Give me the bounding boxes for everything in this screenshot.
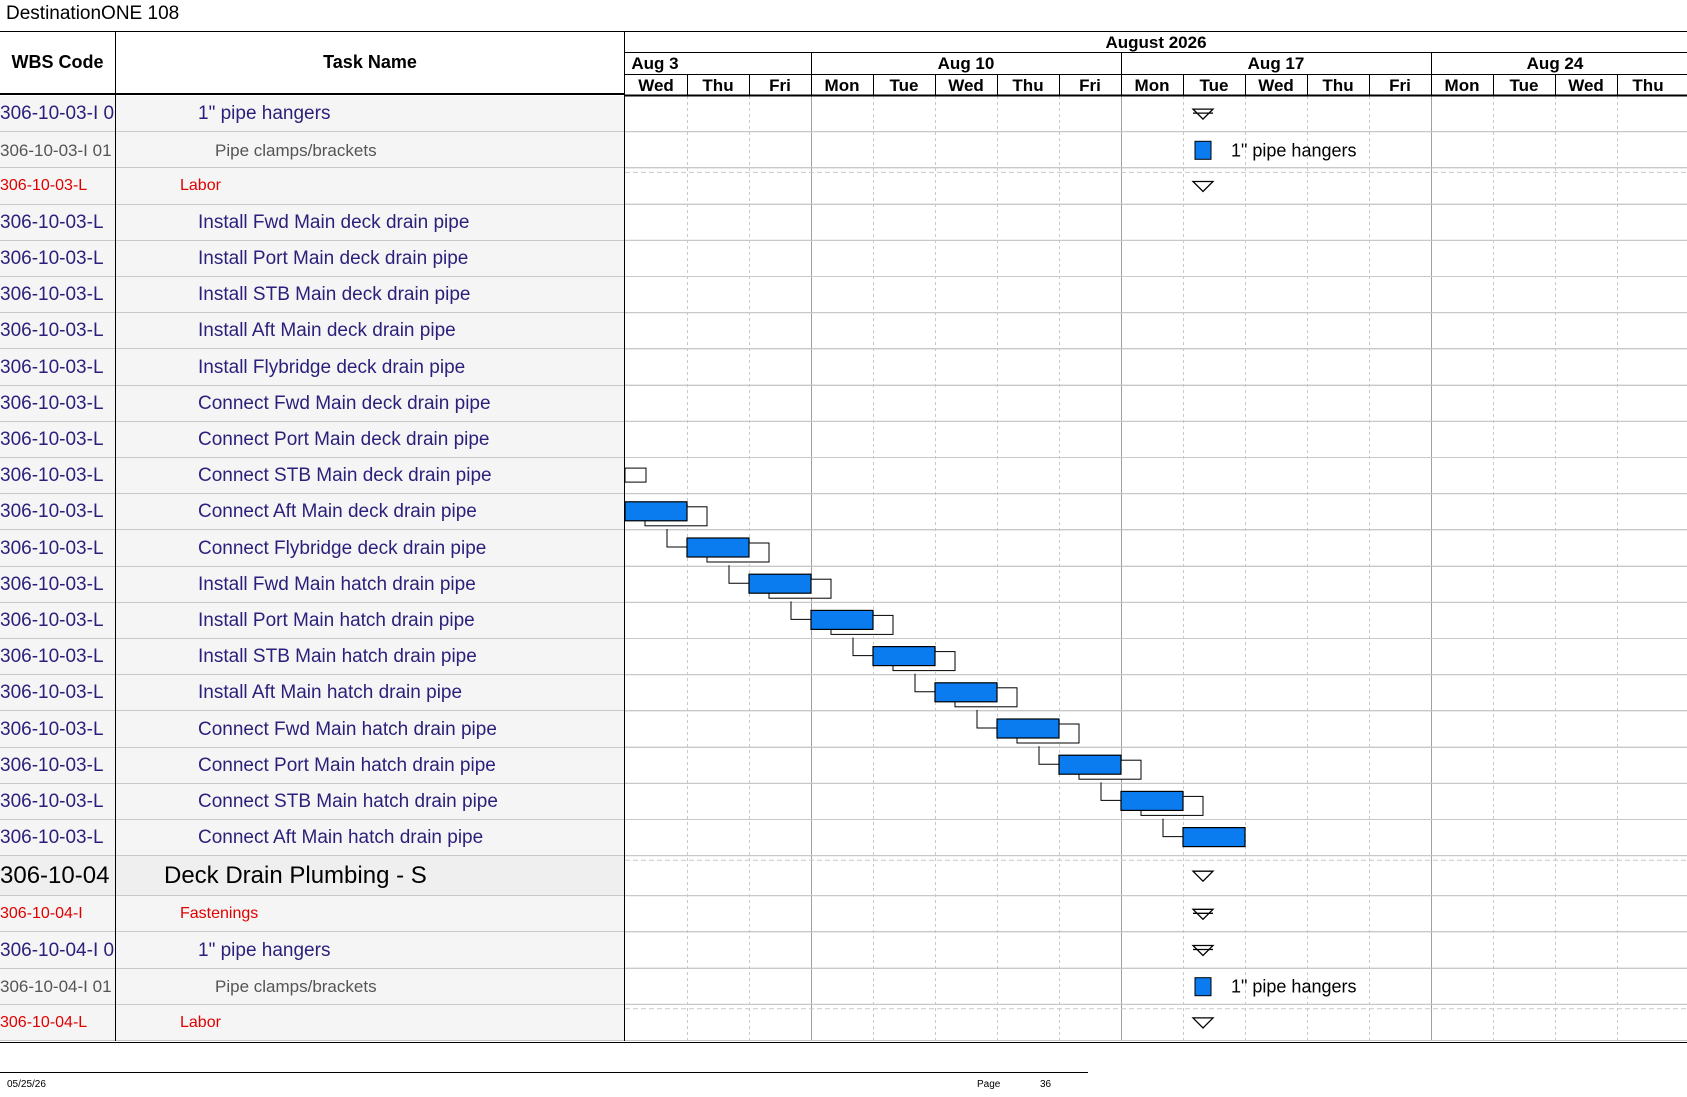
day-label: Mon — [1135, 76, 1170, 95]
week-label: Aug 10 — [938, 54, 995, 73]
dependency-link — [852, 637, 873, 657]
day-label: Wed — [948, 76, 984, 95]
task-bar — [934, 682, 998, 703]
dependency-link — [1100, 782, 1121, 801]
footer-date: 05/25/26 — [7, 1079, 46, 1090]
day-label: Tue — [1200, 76, 1229, 95]
summary-marker-icon — [1191, 108, 1215, 121]
task-bar — [996, 718, 1060, 739]
task-bar-outline — [624, 467, 647, 483]
column-separator — [115, 31, 116, 1041]
day-label: Thu — [702, 76, 733, 95]
dependency-link — [976, 710, 997, 729]
dependency-link — [1038, 746, 1059, 765]
day-label: Thu — [1322, 76, 1353, 95]
task-bar — [686, 537, 750, 558]
column-separator — [624, 31, 625, 1041]
summary-marker-icon — [1191, 908, 1215, 921]
day-label: Thu — [1012, 76, 1043, 95]
task-bar — [748, 573, 812, 594]
dependency-link — [666, 529, 687, 548]
summary-marker-icon — [1191, 1017, 1215, 1029]
task-bar — [1120, 790, 1184, 812]
month-label: August 2026 — [1105, 33, 1206, 52]
task-bar — [1182, 826, 1246, 848]
day-label: Wed — [1568, 76, 1604, 95]
week-label: Aug 3 — [631, 54, 678, 73]
bar-label: 1" pipe hangers — [1231, 977, 1356, 997]
dependency-link — [728, 565, 749, 584]
day-label: Mon — [1445, 76, 1480, 95]
day-label: Wed — [1258, 76, 1294, 95]
day-label: Thu — [1632, 76, 1663, 95]
week-label: Aug 17 — [1248, 54, 1305, 73]
task-bar — [1058, 754, 1122, 775]
summary-marker-icon — [1191, 180, 1215, 193]
day-label: Fri — [1079, 76, 1101, 95]
week-label: Aug 24 — [1527, 54, 1584, 73]
day-label: Tue — [1510, 76, 1539, 95]
task-bar-square — [1194, 140, 1212, 160]
day-label: Wed — [638, 76, 674, 95]
dependency-link — [914, 673, 935, 693]
summary-marker-icon — [1191, 870, 1215, 883]
day-label: Fri — [1389, 76, 1411, 95]
task-bar — [624, 501, 688, 522]
day-label: Tue — [890, 76, 919, 95]
dependency-link — [1162, 818, 1183, 838]
gantt-chart: August 2026 Aug 3 Aug 10 Aug 17 Aug 24 Wed Thu… — [624, 33, 1687, 1041]
task-bar — [810, 609, 874, 631]
dependency-link — [790, 601, 811, 620]
summary-marker-icon — [1191, 944, 1215, 957]
footer-rule — [0, 1072, 1088, 1073]
task-bar — [872, 645, 936, 667]
bar-label: 1" pipe hangers — [1231, 140, 1356, 160]
task-bar-square — [1194, 977, 1212, 997]
footer-page-number: 36 — [1040, 1079, 1052, 1090]
day-label: Fri — [769, 76, 791, 95]
footer-page-label: Page — [977, 1079, 1001, 1090]
day-label: Mon — [825, 76, 860, 95]
